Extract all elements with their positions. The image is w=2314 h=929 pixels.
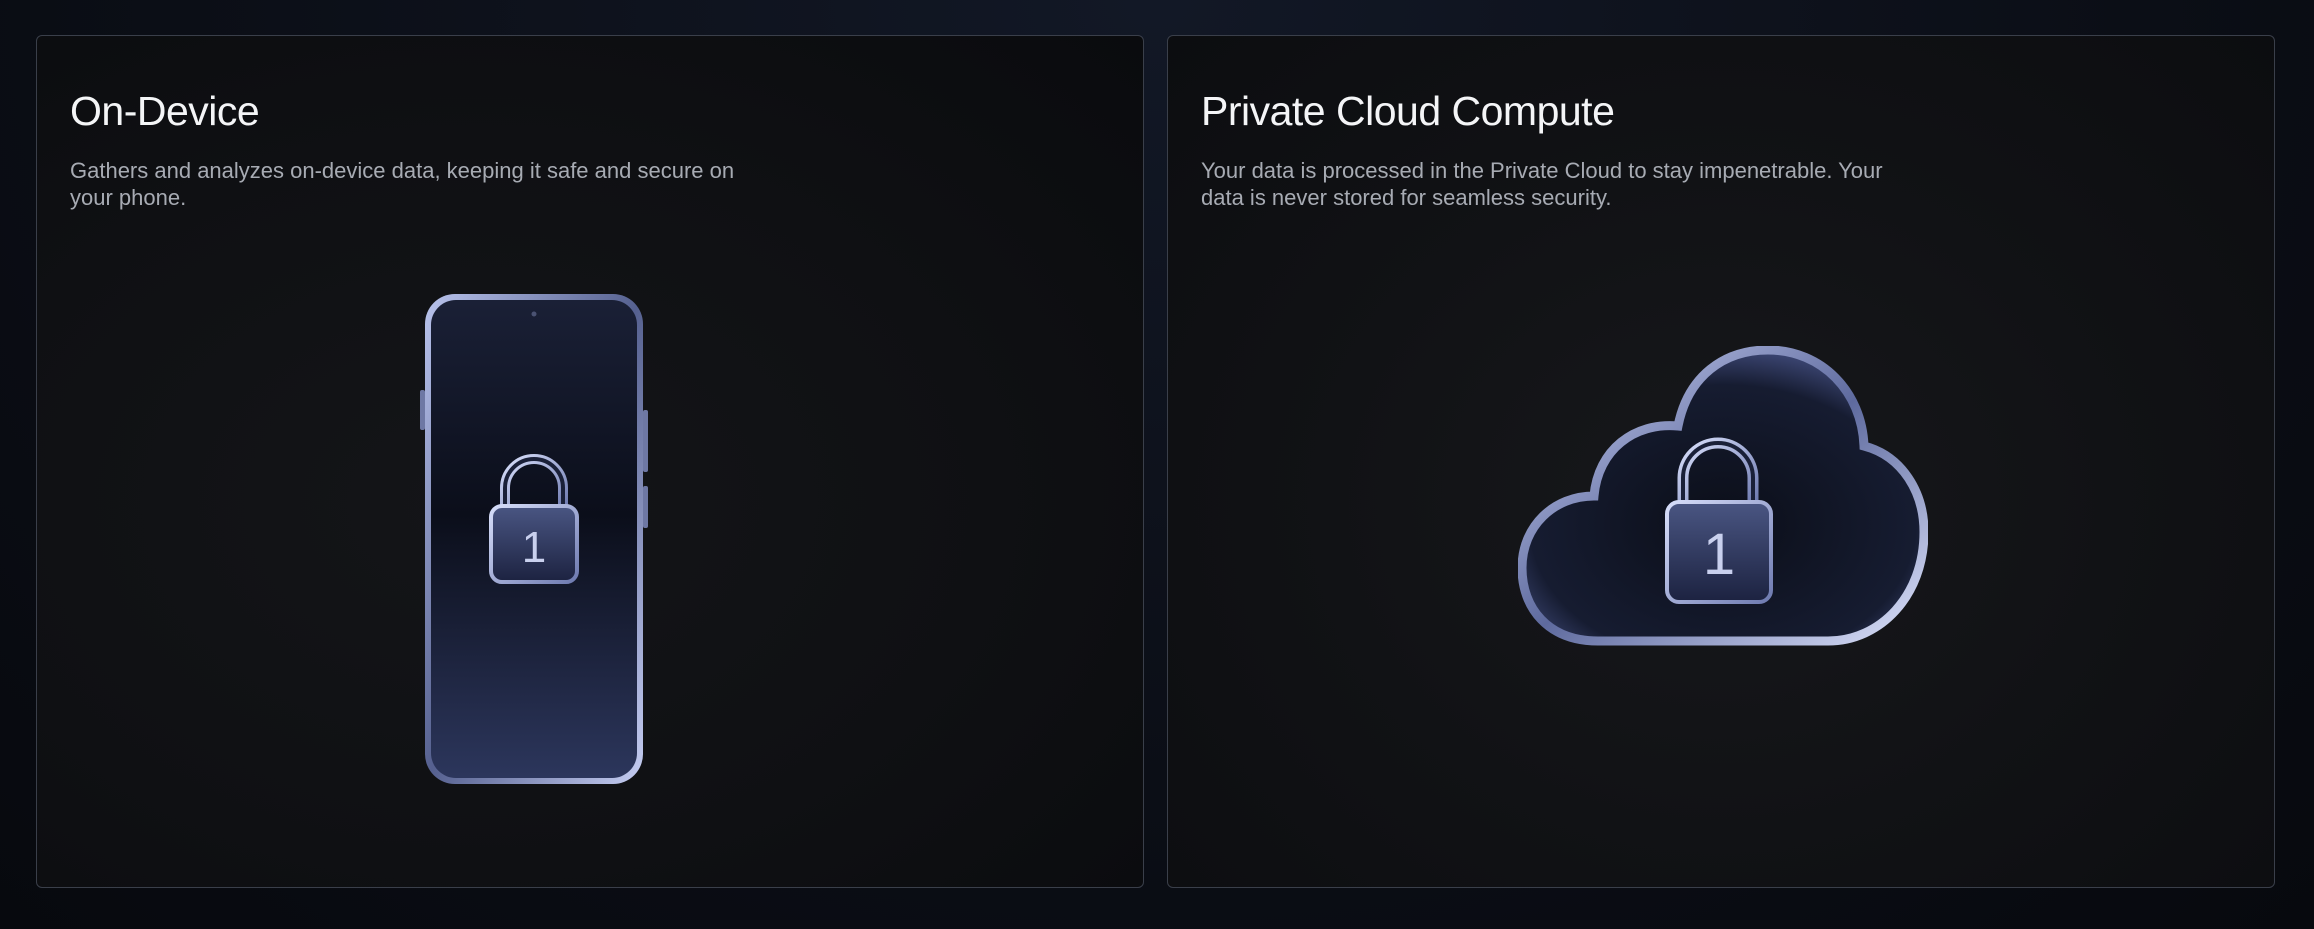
private-cloud-compute-card: Private Cloud Compute Your data is proce… (1167, 35, 2275, 888)
card-title: On-Device (70, 88, 260, 134)
phone-lock-icon: 1 (420, 294, 648, 784)
card-description: Gathers and analyzes on-device data, kee… (70, 158, 735, 210)
phone-camera (531, 311, 537, 317)
phone-button-right-bottom (643, 486, 648, 528)
card-title: Private Cloud Compute (1201, 88, 1615, 134)
page: On-Device Gathers and analyzes on-device… (0, 0, 2314, 929)
on-device-card: On-Device Gathers and analyzes on-device… (36, 35, 1144, 888)
phone-button-right-top (643, 410, 648, 472)
card-description: Your data is processed in the Private Cl… (1201, 158, 1883, 210)
lock-number: 1 (1703, 522, 1735, 587)
phone-button-left (420, 390, 425, 430)
cloud-lock-icon: 1 (1518, 346, 1928, 646)
lock-number: 1 (522, 523, 546, 572)
